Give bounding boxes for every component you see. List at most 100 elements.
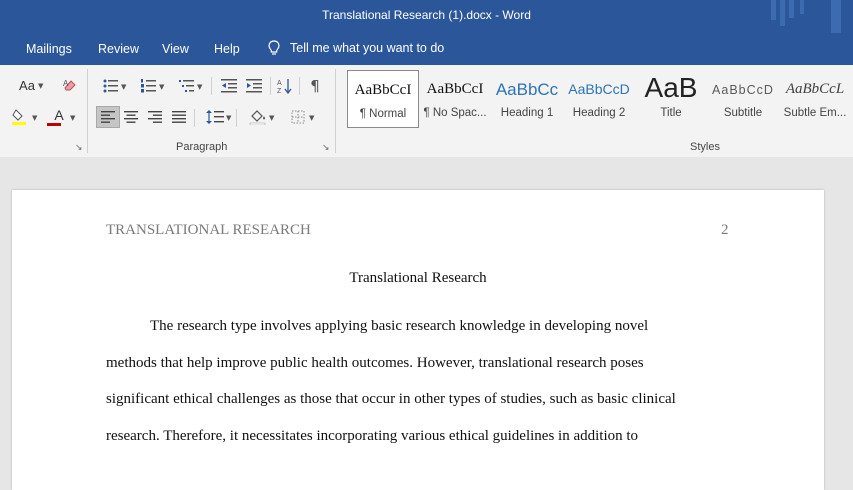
chevron-down-icon: ▼ [226, 114, 232, 122]
body-line: The research type involves applying basi… [150, 318, 649, 334]
font-color-label: A [54, 107, 64, 123]
page-number: 2 [721, 222, 729, 238]
body-line: research. Therefore, it necessitates inc… [106, 428, 639, 444]
styles-group-label: Styles [690, 141, 720, 153]
align-right-icon [148, 111, 162, 123]
style-heading-1[interactable]: AaBbCc Heading 1 [491, 70, 563, 128]
center-button[interactable] [119, 106, 143, 128]
justify-button[interactable] [167, 106, 191, 128]
style-subtitle[interactable]: AaBbCcD Subtitle [707, 70, 779, 128]
pilcrow-icon: ¶ [310, 77, 320, 95]
bullets-button[interactable]: ▼ [96, 75, 126, 97]
chevron-down-icon: ▼ [121, 83, 127, 91]
title-bar: Translational Research (1).docx - Word [0, 0, 853, 33]
divider [335, 69, 336, 153]
svg-text:A: A [63, 79, 69, 88]
chevron-down-icon: ▼ [70, 114, 76, 122]
style-normal[interactable]: AaBbCcI ¶ Normal [347, 70, 419, 128]
shading-button[interactable]: ▼ [242, 106, 274, 128]
font-dialog-launcher-icon[interactable]: ↘ [75, 143, 83, 153]
running-header: TRANSLATIONAL RESEARCH [106, 222, 311, 238]
divider [270, 77, 271, 95]
highlighter-icon [12, 109, 26, 125]
ribbon: Aa ▼ A ▼ A ▼ ↘ ▼ ▼ ▼ A Z ¶ ▼ ▼ ▼ Paragra… [0, 65, 853, 158]
style-title[interactable]: AaB Title [635, 70, 707, 128]
chevron-down-icon: ▼ [32, 114, 38, 122]
align-right-button[interactable] [143, 106, 167, 128]
word-logo-decoration [771, 0, 841, 33]
style-name: Subtitle [723, 107, 763, 119]
divider [194, 109, 195, 127]
align-left-icon [101, 111, 115, 123]
style-name: ¶ Normal [359, 108, 407, 120]
numbering-icon [141, 79, 156, 93]
divider [211, 77, 212, 95]
chevron-down-icon: ▼ [159, 83, 165, 91]
change-case-button[interactable]: Aa ▼ [12, 74, 44, 96]
style-name: Heading 2 [572, 107, 626, 119]
svg-text:Z: Z [277, 88, 282, 94]
style-subtle-emphasis[interactable]: AaBbCcL Subtle Em... [779, 70, 851, 128]
borders-button[interactable]: ▼ [282, 106, 314, 128]
line-spacing-button[interactable]: ▼ [199, 106, 231, 128]
style-sample: AaBbCc [495, 80, 559, 99]
chevron-down-icon: ▼ [38, 82, 44, 90]
font-color-button[interactable]: A ▼ [44, 106, 76, 128]
document-workspace: TRANSLATIONAL RESEARCH 2 Translational R… [0, 157, 853, 490]
show-formatting-marks-button[interactable]: ¶ [303, 75, 327, 97]
justify-icon [172, 111, 186, 123]
window-title: Translational Research (1).docx - Word [322, 8, 531, 22]
bullets-icon [103, 79, 118, 93]
style-no-spacing[interactable]: AaBbCcI ¶ No Spac... [419, 70, 491, 128]
increase-indent-button[interactable] [242, 75, 266, 97]
decrease-indent-icon [221, 79, 237, 93]
chevron-down-icon: ▼ [269, 114, 275, 122]
clear-formatting-button[interactable]: A [58, 74, 82, 96]
divider [87, 69, 88, 153]
ribbon-tab-bar: Mailings Review View Help Tell me what y… [0, 33, 853, 65]
style-sample: AaBbCcD [712, 83, 774, 97]
align-left-button[interactable] [96, 106, 120, 128]
eraser-icon: A [63, 79, 76, 91]
sort-button[interactable]: A Z [273, 75, 297, 97]
tab-help[interactable]: Help [214, 42, 240, 56]
document-page[interactable]: TRANSLATIONAL RESEARCH 2 Translational R… [12, 190, 824, 490]
tab-mailings[interactable]: Mailings [26, 42, 72, 56]
style-heading-2[interactable]: AaBbCcD Heading 2 [563, 70, 635, 128]
styles-gallery: AaBbCcI ¶ Normal AaBbCcI ¶ No Spac... Aa… [345, 70, 853, 128]
multilevel-list-button[interactable]: ▼ [172, 75, 202, 97]
tell-me-search[interactable]: Tell me what you want to do [268, 40, 444, 56]
multilevel-list-icon [179, 80, 194, 92]
style-name: Subtle Em... [783, 107, 847, 119]
body-line: methods that help improve public health … [106, 355, 644, 371]
font-color-bar [47, 123, 61, 126]
highlight-color-button[interactable]: ▼ [4, 106, 38, 128]
lightbulb-icon [268, 40, 280, 55]
numbering-button[interactable]: ▼ [134, 75, 164, 97]
style-name: Title [660, 107, 682, 119]
style-sample: AaBbCcL [785, 81, 845, 97]
paragraph-group-label: Paragraph [176, 141, 228, 153]
paint-bucket-icon [249, 110, 266, 125]
decrease-indent-button[interactable] [217, 75, 241, 97]
style-sample: AaBbCcI [426, 81, 484, 97]
body-line: significant ethical challenges as those … [106, 391, 676, 407]
divider [236, 109, 237, 127]
style-name: ¶ No Spac... [423, 107, 487, 119]
sort-icon: A Z [277, 79, 292, 94]
svg-text:A: A [277, 80, 282, 87]
change-case-label: Aa [19, 77, 35, 93]
paragraph-dialog-launcher-icon[interactable]: ↘ [322, 143, 330, 153]
divider [299, 77, 300, 95]
document-title: Translational Research [349, 270, 487, 286]
style-sample: AaB [644, 72, 698, 103]
align-center-icon [124, 111, 138, 123]
style-sample: AaBbCcI [354, 82, 412, 98]
tab-view[interactable]: View [162, 42, 189, 56]
borders-icon [291, 110, 305, 124]
tab-review[interactable]: Review [98, 42, 139, 56]
chevron-down-icon: ▼ [197, 83, 203, 91]
increase-indent-icon [246, 79, 262, 93]
style-sample: AaBbCcD [568, 81, 630, 97]
line-spacing-icon [206, 110, 224, 124]
